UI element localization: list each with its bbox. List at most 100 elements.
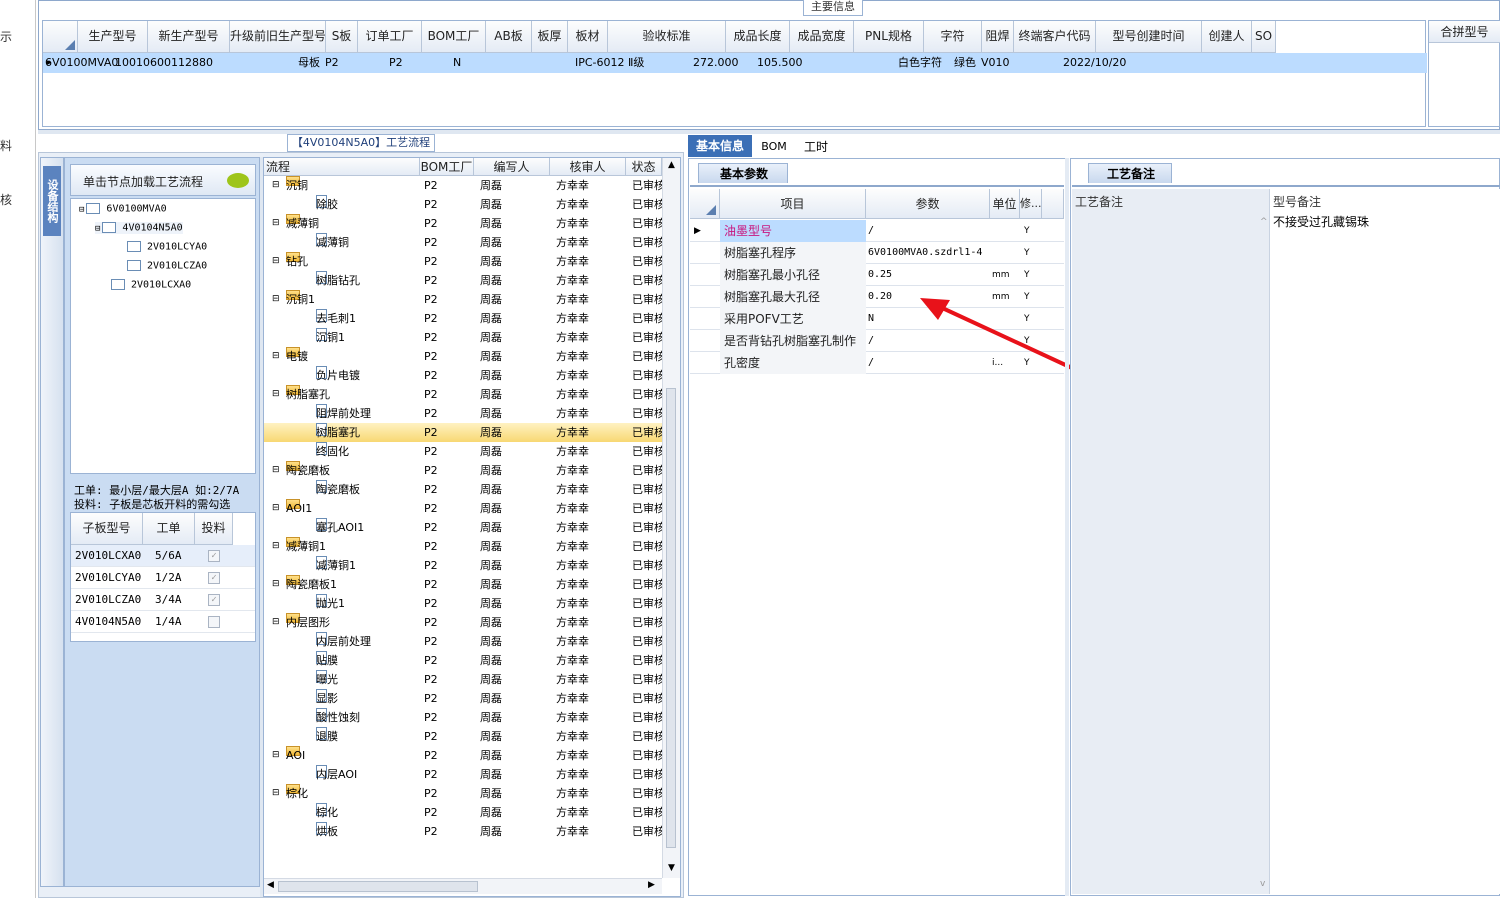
hscroll-thumb[interactable] <box>278 881 478 892</box>
flow-row[interactable]: 退膜 P2 周磊 方幸幸 已审核 <box>264 727 662 746</box>
load-flow-button[interactable]: 单击节点加载工艺流程 <box>70 164 256 196</box>
main-cell[interactable]: 272.000 <box>693 53 757 73</box>
flow-row[interactable]: 树脂塞孔 P2 周磊 方幸幸 已审核 <box>264 423 662 442</box>
main-col-header[interactable]: 阻焊 <box>982 21 1014 53</box>
flow-row[interactable]: ⊟ 沉铜 P2 周磊 方幸幸 已审核 <box>264 176 662 195</box>
tab-bom[interactable]: BOM <box>758 137 790 157</box>
flow-row[interactable]: 阻焊前处理 P2 周磊 方幸幸 已审核 <box>264 404 662 423</box>
flow-row[interactable]: ⊟ AOI1 P2 周磊 方幸幸 已审核 <box>264 499 662 518</box>
table-row[interactable]: 2V010LCYA0 1/2A ✓ <box>71 567 255 589</box>
main-col-header[interactable]: SO <box>1252 21 1276 53</box>
flow-row[interactable]: ⊟ 棕化 P2 周磊 方幸幸 已审核 <box>264 784 662 803</box>
flow-row[interactable]: 抛光1 P2 周磊 方幸幸 已审核 <box>264 594 662 613</box>
param-flag[interactable]: Y <box>1024 242 1042 264</box>
flow-row[interactable]: 减薄铜1 P2 周磊 方幸幸 已审核 <box>264 556 662 575</box>
main-col-header[interactable]: 生产型号 <box>78 21 148 53</box>
main-cell[interactable]: 2022/10/20 <box>1063 53 1169 73</box>
flow-row[interactable]: 酸性蚀刻 P2 周磊 方幸幸 已审核 <box>264 708 662 727</box>
tree-node-2v010lcya0[interactable]: 2V010LCYA0 <box>127 241 207 253</box>
table-row[interactable]: 2V010LCXA0 5/6A ✓ <box>71 545 255 567</box>
flow-row[interactable]: ⊟ 陶瓷磨板 P2 周磊 方幸幸 已审核 <box>264 461 662 480</box>
main-cell[interactable]: IPC-6012 Ⅱ级 <box>575 53 693 73</box>
flow-row[interactable]: ⊟ 陶瓷磨板1 P2 周磊 方幸幸 已审核 <box>264 575 662 594</box>
table-row[interactable]: ▸ 6V0100MVA0 10010600112880 母板 P2 P2 N IPC-601… <box>43 53 1427 73</box>
main-col-header[interactable]: 成品宽度 <box>790 21 854 53</box>
tree-node-root[interactable]: ⊟ 6V0100MVA0 <box>79 203 167 215</box>
scroll-up-icon[interactable]: ^ <box>1260 217 1268 227</box>
main-cell[interactable]: P2 <box>325 53 389 73</box>
main-cell[interactable]: 105.500 <box>757 53 821 73</box>
params-splitter[interactable] <box>1065 158 1069 896</box>
scroll-up-icon[interactable]: ▲ <box>668 160 675 170</box>
main-cell[interactable]: 白色字符 <box>891 53 949 73</box>
main-cell[interactable]: 母板 <box>293 53 325 73</box>
flow-row[interactable]: 除胶 P2 周磊 方幸幸 已审核 <box>264 195 662 214</box>
flow-vertical-scrollbar[interactable]: ▲ ▼ <box>662 158 680 878</box>
flow-row[interactable]: 陶瓷磨板 P2 周磊 方幸幸 已审核 <box>264 480 662 499</box>
flow-row[interactable]: 烘板 P2 周磊 方幸幸 已审核 <box>264 822 662 841</box>
flow-row[interactable]: ⊟ 内层图形 P2 周磊 方幸幸 已审核 <box>264 613 662 632</box>
flow-row[interactable]: 沉铜1 P2 周磊 方幸幸 已审核 <box>264 328 662 347</box>
main-col-header[interactable]: 终端客户代码 <box>1014 21 1096 53</box>
tree-node-2v010lcza0[interactable]: 2V010LCZA0 <box>127 260 207 272</box>
main-col-header[interactable]: PNL规格 <box>854 21 924 53</box>
main-cell[interactable]: 绿色 <box>949 53 981 73</box>
flow-row[interactable]: 内层前处理 P2 周磊 方幸幸 已审核 <box>264 632 662 651</box>
feed-checkbox[interactable]: ✓ <box>208 550 220 562</box>
table-row[interactable]: 4V0104N5A0 1/4A <box>71 611 255 633</box>
flow-row[interactable]: ⊟ 电镀 P2 周磊 方幸幸 已审核 <box>264 347 662 366</box>
table-row[interactable]: 2V010LCZA0 3/4A ✓ <box>71 589 255 611</box>
main-cell[interactable]: 6V0100MVA0 <box>45 53 118 73</box>
flow-row[interactable]: 曝光 P2 周磊 方幸幸 已审核 <box>264 670 662 689</box>
tab-basic-info[interactable]: 基本信息 <box>688 135 752 157</box>
flow-row[interactable]: 终固化 P2 周磊 方幸幸 已审核 <box>264 442 662 461</box>
flow-row[interactable]: 去毛刺1 P2 周磊 方幸幸 已审核 <box>264 309 662 328</box>
main-col-header[interactable]: 成品长度 <box>726 21 790 53</box>
tab-basic-params[interactable]: 基本参数 <box>698 163 788 183</box>
main-col-header[interactable]: 创建人 <box>1202 21 1252 53</box>
flow-row[interactable]: 负片电镀 P2 周磊 方幸幸 已审核 <box>264 366 662 385</box>
scroll-down-icon[interactable]: v <box>1260 879 1265 889</box>
param-row[interactable]: 树脂塞孔最小孔径 0.25 mm Y <box>690 264 1064 286</box>
flow-row[interactable]: ⊟ 树脂塞孔 P2 周磊 方幸幸 已审核 <box>264 385 662 404</box>
flow-row[interactable]: ⊟ 减薄铜1 P2 周磊 方幸幸 已审核 <box>264 537 662 556</box>
flow-row[interactable]: ⊟ 钻孔 P2 周磊 方幸幸 已审核 <box>264 252 662 271</box>
process-remarks-field[interactable]: 工艺备注 ^ v <box>1072 189 1270 894</box>
main-cell[interactable]: N <box>453 53 499 73</box>
tree-node-4v0104n5a0[interactable]: ⊟ 4V0104N5A0 <box>95 222 183 234</box>
param-row[interactable]: 树脂塞孔程序 6V0100MVA0.szdrl1-4 Y <box>690 242 1064 264</box>
tab-hours[interactable]: 工时 <box>796 137 836 157</box>
param-value[interactable]: / <box>866 220 990 242</box>
main-cell[interactable]: V010 <box>981 53 1063 73</box>
main-col-header[interactable]: 验收标准 <box>608 21 726 53</box>
flow-row[interactable]: 内层AOI P2 周磊 方幸幸 已审核 <box>264 765 662 784</box>
main-col-header[interactable]: 型号创建时间 <box>1096 21 1202 53</box>
tree-node-2v010lcxa0[interactable]: 2V010LCXA0 <box>111 279 191 291</box>
main-col-header[interactable]: S板 <box>326 21 358 53</box>
flow-row[interactable]: 贴膜 P2 周磊 方幸幸 已审核 <box>264 651 662 670</box>
model-remarks-field[interactable]: 型号备注 不接受过孔藏锡珠 <box>1270 189 1500 894</box>
flow-row[interactable]: 显影 P2 周磊 方幸幸 已审核 <box>264 689 662 708</box>
main-cell[interactable]: 10010600112880 <box>115 53 213 73</box>
main-col-header[interactable]: 字符 <box>924 21 982 53</box>
param-flag[interactable]: Y <box>1024 220 1042 242</box>
scroll-down-icon[interactable]: ▼ <box>668 863 675 873</box>
flow-row[interactable]: ⊟ 减薄铜 P2 周磊 方幸幸 已审核 <box>264 214 662 233</box>
flow-row[interactable]: 塞孔AOI1 P2 周磊 方幸幸 已审核 <box>264 518 662 537</box>
main-col-header[interactable]: 板材 <box>568 21 608 53</box>
flow-row[interactable]: 树脂钻孔 P2 周磊 方幸幸 已审核 <box>264 271 662 290</box>
scroll-thumb[interactable] <box>666 388 676 848</box>
main-col-header[interactable]: 新生产型号 <box>148 21 230 53</box>
scroll-left-icon[interactable]: ◀ <box>267 880 274 890</box>
main-col-header[interactable]: AB板 <box>486 21 532 53</box>
param-value[interactable]: 6V0100MVA0.szdrl1-4 <box>866 242 990 264</box>
param-value[interactable]: 0.25 <box>866 264 990 286</box>
flow-horizontal-scrollbar[interactable]: ◀ ▶ <box>264 878 662 894</box>
tab-process-remarks[interactable]: 工艺备注 <box>1088 163 1172 183</box>
feed-checkbox[interactable] <box>208 616 220 628</box>
flow-row[interactable]: ⊟ AOI P2 周磊 方幸幸 已审核 <box>264 746 662 765</box>
param-flag[interactable]: Y <box>1024 264 1042 286</box>
flow-row[interactable]: 减薄铜 P2 周磊 方幸幸 已审核 <box>264 233 662 252</box>
main-col-header[interactable]: 升级前旧生产型号 <box>230 21 326 53</box>
feed-checkbox[interactable]: ✓ <box>208 594 220 606</box>
